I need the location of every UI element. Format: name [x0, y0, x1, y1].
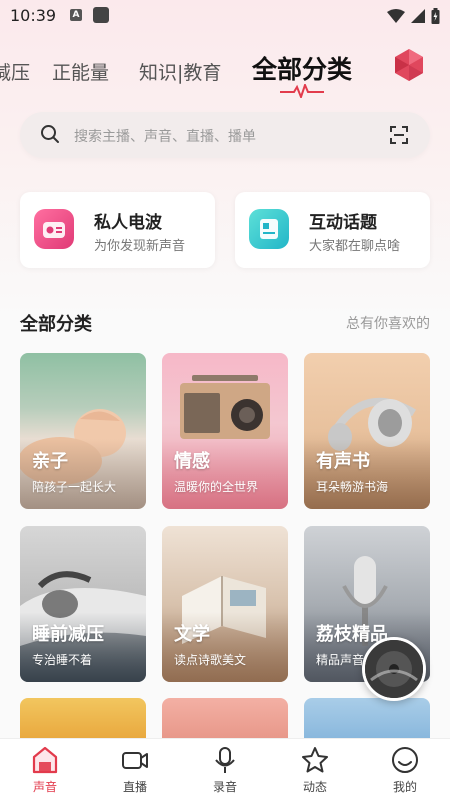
category-title: 睡前减压: [32, 624, 104, 645]
tab-jianya[interactable]: 减压: [0, 58, 30, 85]
top-tabs: 减压 正能量 知识|教育 全部分类: [0, 48, 450, 92]
category-subtitle: 专治睡不着: [32, 653, 93, 667]
home-voice-icon: [32, 746, 58, 774]
category-subtitle: 精品声音: [316, 653, 365, 667]
search-bar[interactable]: 搜索主播、声音、直播、播单: [20, 112, 430, 158]
section-title: 全部分类: [20, 314, 92, 335]
tab-zhengnengliang[interactable]: 正能量: [52, 58, 109, 85]
active-tab-pulse-icon: [280, 84, 324, 98]
quick-card-title: 私人电波: [94, 213, 162, 233]
status-time: 10:39: [10, 6, 57, 25]
private-radio-card[interactable]: 私人电波 为你发现新声音: [20, 192, 215, 268]
status-icons: [387, 8, 440, 24]
nav-label: 直播: [122, 780, 147, 794]
category-title: 文学: [174, 624, 210, 645]
battery-icon: [431, 8, 440, 24]
signal-icon: [411, 9, 425, 23]
category-subtitle: 温暖你的全世界: [174, 480, 259, 494]
notification-a-icon: A: [70, 9, 82, 21]
category-subtitle: 耳朵畅游书海: [316, 480, 389, 494]
nav-label: 录音: [212, 780, 237, 794]
wifi-icon: [387, 9, 405, 23]
category-title: 情感: [174, 451, 210, 472]
category-subtitle: 读点诗歌美文: [174, 653, 247, 667]
nav-dynamic[interactable]: 动态: [285, 745, 345, 795]
tab-all-categories[interactable]: 全部分类: [252, 50, 352, 86]
category-title: 亲子: [32, 451, 68, 472]
radio-icon: [34, 209, 74, 249]
user-avatar[interactable]: [392, 48, 426, 82]
nav-label: 声音: [32, 780, 57, 794]
quick-card-title: 互动话题: [309, 213, 377, 233]
category-title: 有声书: [316, 451, 370, 472]
category-subtitle: 陪孩子一起长大: [32, 480, 117, 494]
nav-voice[interactable]: 声音: [15, 745, 75, 795]
category-card-youshengshu[interactable]: 有声书 耳朵畅游书海: [304, 353, 430, 509]
bottom-nav: 声音 直播 录音 动态 我的: [0, 738, 450, 800]
smiley-face-icon: [392, 747, 418, 773]
category-card-partial[interactable]: [162, 698, 288, 738]
category-card-qinzi[interactable]: 亲子 陪孩子一起长大: [20, 353, 146, 509]
search-icon: [41, 125, 59, 143]
video-camera-icon: [122, 752, 148, 769]
section-hint[interactable]: 总有你喜欢的: [346, 313, 430, 333]
category-card-shuiqian-jianya[interactable]: 睡前减压 专治睡不着: [20, 526, 146, 682]
star-icon: [302, 747, 328, 773]
nav-label: 我的: [392, 780, 417, 794]
floating-player-button[interactable]: [362, 637, 426, 701]
category-card-wenxue[interactable]: 文学 读点诗歌美文: [162, 526, 288, 682]
quick-card-subtitle: 大家都在聊点啥: [309, 239, 401, 254]
nav-me[interactable]: 我的: [375, 745, 435, 795]
tab-zhishi-jiaoyu[interactable]: 知识|教育: [139, 58, 221, 85]
category-card-qinggan[interactable]: 情感 温暖你的全世界: [162, 353, 288, 509]
nav-record[interactable]: 录音: [195, 745, 255, 795]
category-card-partial[interactable]: [304, 698, 430, 738]
quick-card-subtitle: 为你发现新声音: [94, 239, 186, 254]
scan-icon[interactable]: [390, 126, 408, 144]
nav-label: 动态: [302, 780, 327, 794]
nav-live[interactable]: 直播: [105, 745, 165, 795]
microphone-icon: [215, 747, 235, 773]
interactive-topic-card[interactable]: 互动话题 大家都在聊点啥: [235, 192, 430, 268]
category-card-partial[interactable]: [20, 698, 146, 738]
notification-square-icon: [93, 7, 109, 23]
topic-icon: [249, 209, 289, 249]
search-placeholder: 搜索主播、声音、直播、播单: [74, 129, 256, 145]
status-bar: 10:39 A: [0, 0, 450, 32]
album-cover-image: [365, 640, 423, 698]
